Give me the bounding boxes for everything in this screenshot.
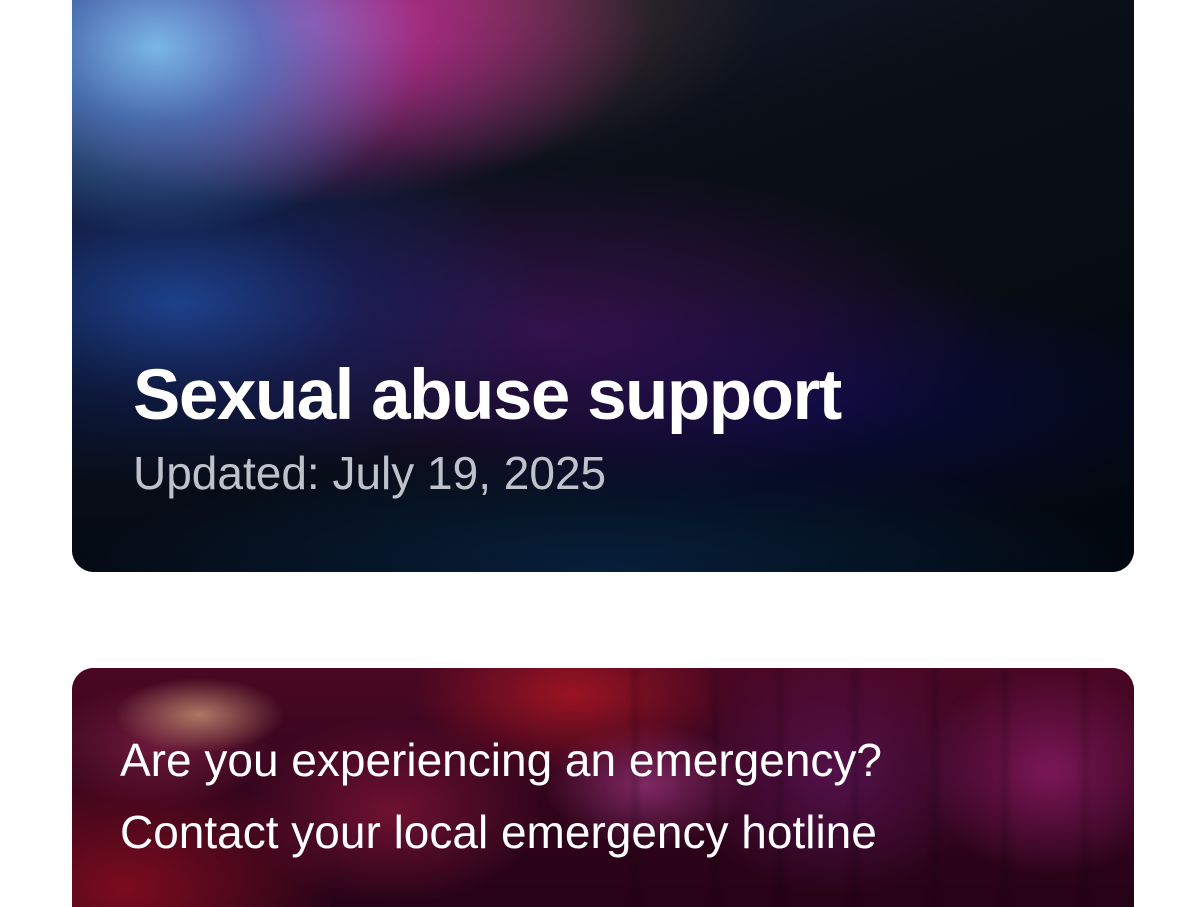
page: Sexual abuse support Updated: July 19, 2… (0, 0, 1197, 907)
updated-date: Updated: July 19, 2025 (133, 447, 607, 499)
emergency-question: Are you experiencing an emergency? (120, 734, 883, 786)
page-title: Sexual abuse support (133, 356, 842, 435)
article-hero-card: Sexual abuse support Updated: July 19, 2… (72, 0, 1134, 572)
emergency-banner[interactable]: Are you experiencing an emergency? Conta… (72, 668, 1134, 907)
emergency-message: Are you experiencing an emergency? Conta… (120, 724, 882, 868)
emergency-hotline-link[interactable]: Contact your local emergency hotline (120, 796, 882, 868)
